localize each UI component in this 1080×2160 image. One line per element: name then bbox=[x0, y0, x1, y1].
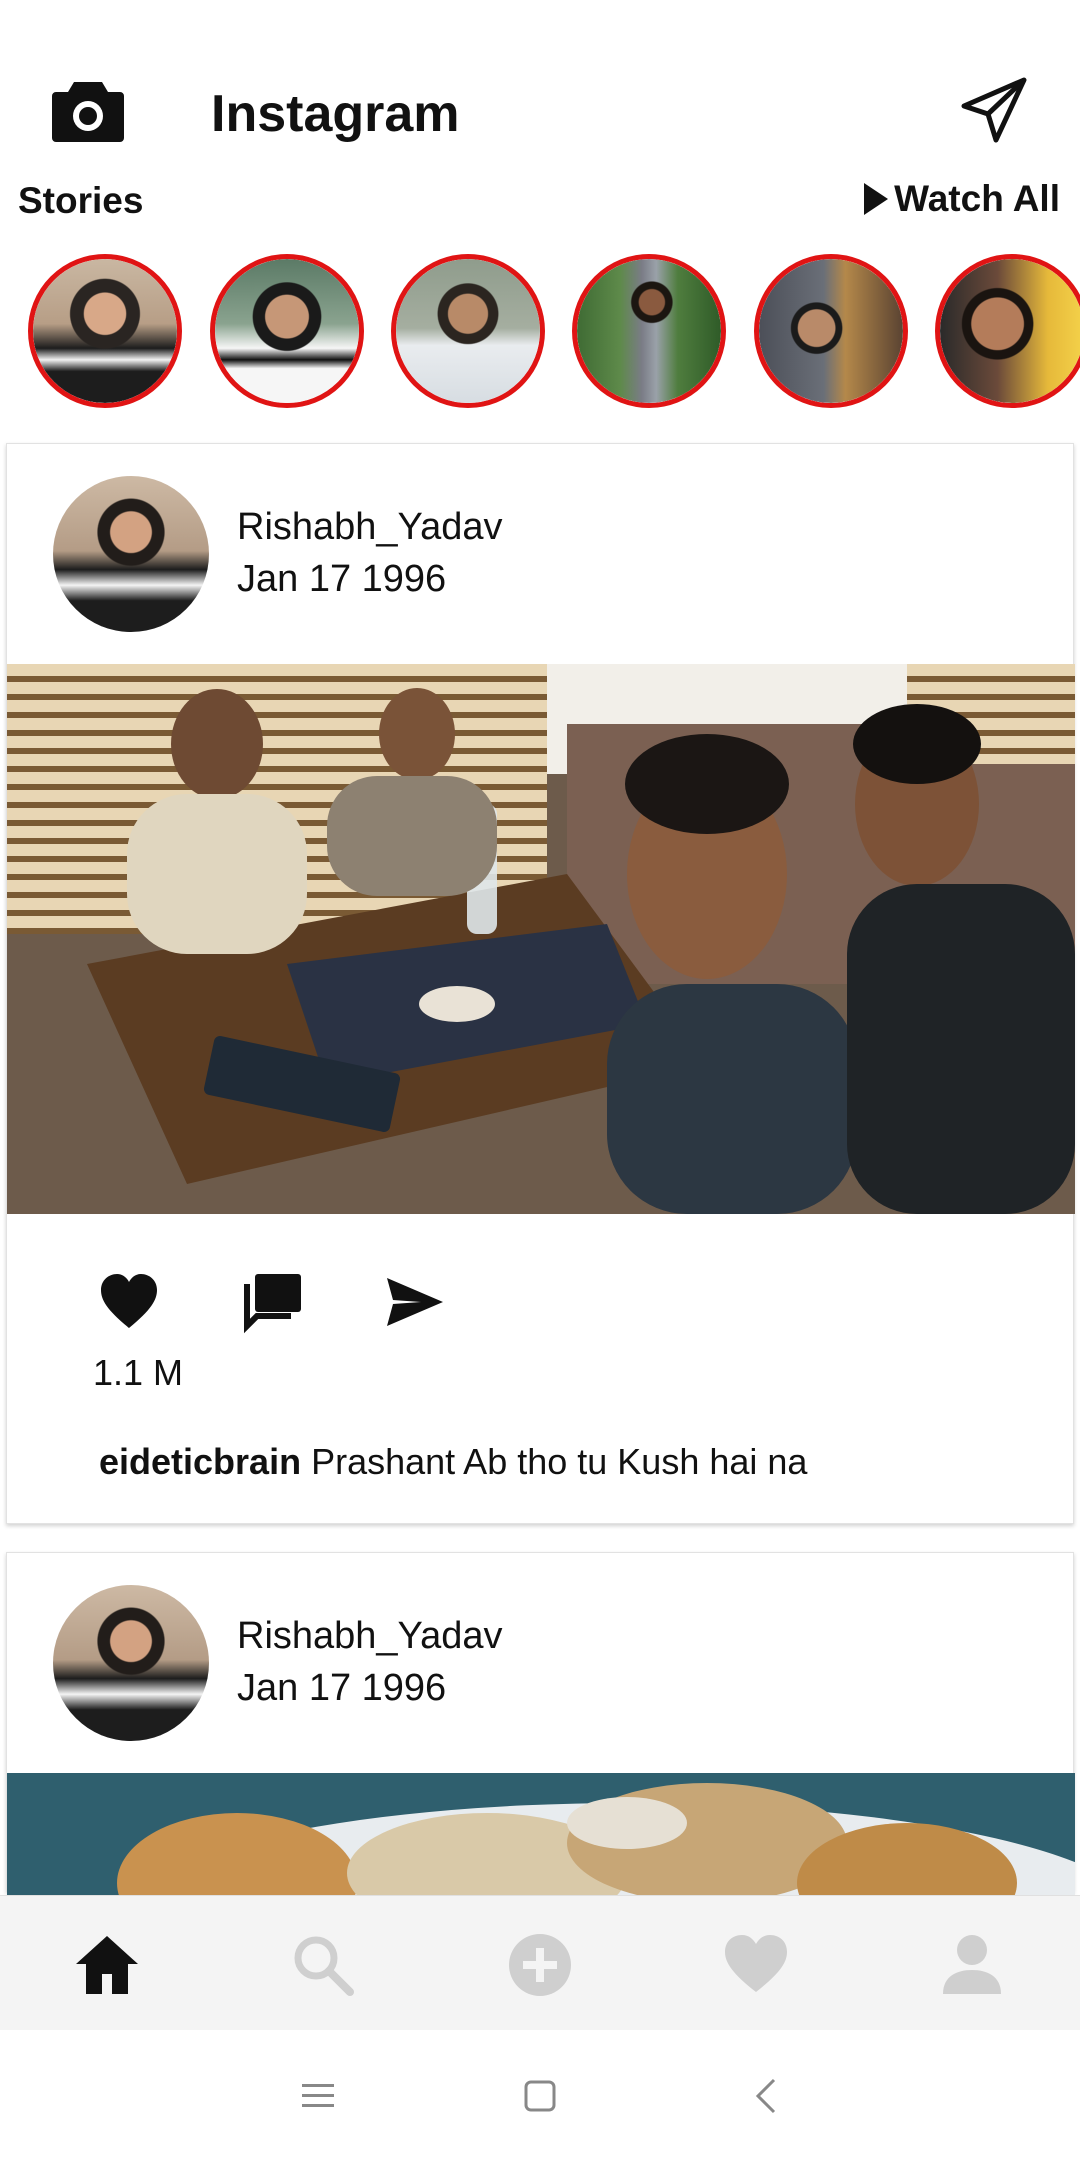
camera-icon[interactable] bbox=[52, 78, 124, 142]
avatar[interactable] bbox=[53, 476, 209, 632]
caption-username[interactable]: eideticbrain bbox=[99, 1441, 301, 1482]
home-square-icon[interactable] bbox=[518, 2074, 562, 2118]
post-username[interactable]: Rishabh_Yadav bbox=[237, 506, 502, 549]
top-bar: Instagram bbox=[0, 0, 1080, 175]
story-avatar[interactable] bbox=[572, 254, 726, 408]
heart-icon[interactable] bbox=[721, 1930, 791, 2000]
story-avatar[interactable] bbox=[391, 254, 545, 408]
watch-all-button[interactable]: Watch All bbox=[864, 178, 1060, 220]
post-card: Rishabh_Yadav Jan 17 1996 bbox=[6, 443, 1075, 1524]
heart-icon[interactable] bbox=[97, 1270, 161, 1334]
stories-row[interactable] bbox=[0, 252, 1080, 412]
post-username[interactable]: Rishabh_Yadav bbox=[237, 1615, 502, 1658]
home-icon[interactable] bbox=[72, 1930, 142, 2000]
system-navigation bbox=[0, 2030, 1080, 2160]
avatar[interactable] bbox=[53, 1585, 209, 1741]
caption: eideticbrain Prashant Ab tho tu Kush hai… bbox=[99, 1441, 807, 1483]
paper-plane-icon[interactable] bbox=[960, 76, 1028, 144]
caption-text: Prashant Ab tho tu Kush hai na bbox=[311, 1441, 808, 1482]
post-photo-art bbox=[7, 664, 1075, 1214]
menu-icon[interactable] bbox=[296, 2074, 340, 2118]
share-icon[interactable] bbox=[383, 1270, 447, 1334]
watch-all-label: Watch All bbox=[894, 178, 1060, 219]
story-avatar[interactable] bbox=[210, 254, 364, 408]
post-card: Rishabh_Yadav Jan 17 1996 bbox=[6, 1552, 1075, 1913]
like-count: 1.1 M bbox=[93, 1352, 184, 1393]
post-photo[interactable] bbox=[7, 664, 1075, 1214]
comment-icon[interactable] bbox=[241, 1270, 305, 1334]
app-title: Instagram bbox=[211, 85, 460, 143]
post-photo[interactable] bbox=[7, 1773, 1075, 1913]
play-icon bbox=[864, 183, 889, 215]
story-avatar[interactable] bbox=[754, 254, 908, 408]
add-icon[interactable] bbox=[505, 1930, 575, 2000]
story-avatar[interactable] bbox=[935, 254, 1080, 408]
back-icon[interactable] bbox=[746, 2074, 790, 2118]
story-avatar[interactable] bbox=[28, 254, 182, 408]
post-photo-art bbox=[7, 1773, 1075, 1913]
search-icon[interactable] bbox=[288, 1930, 358, 2000]
post-date: Jan 17 1996 bbox=[237, 1667, 447, 1709]
post-actions bbox=[7, 1264, 1073, 1344]
post-date: Jan 17 1996 bbox=[237, 558, 447, 600]
bottom-navigation bbox=[0, 1895, 1080, 2030]
profile-icon[interactable] bbox=[937, 1930, 1007, 2000]
stories-label: Stories bbox=[18, 180, 144, 221]
